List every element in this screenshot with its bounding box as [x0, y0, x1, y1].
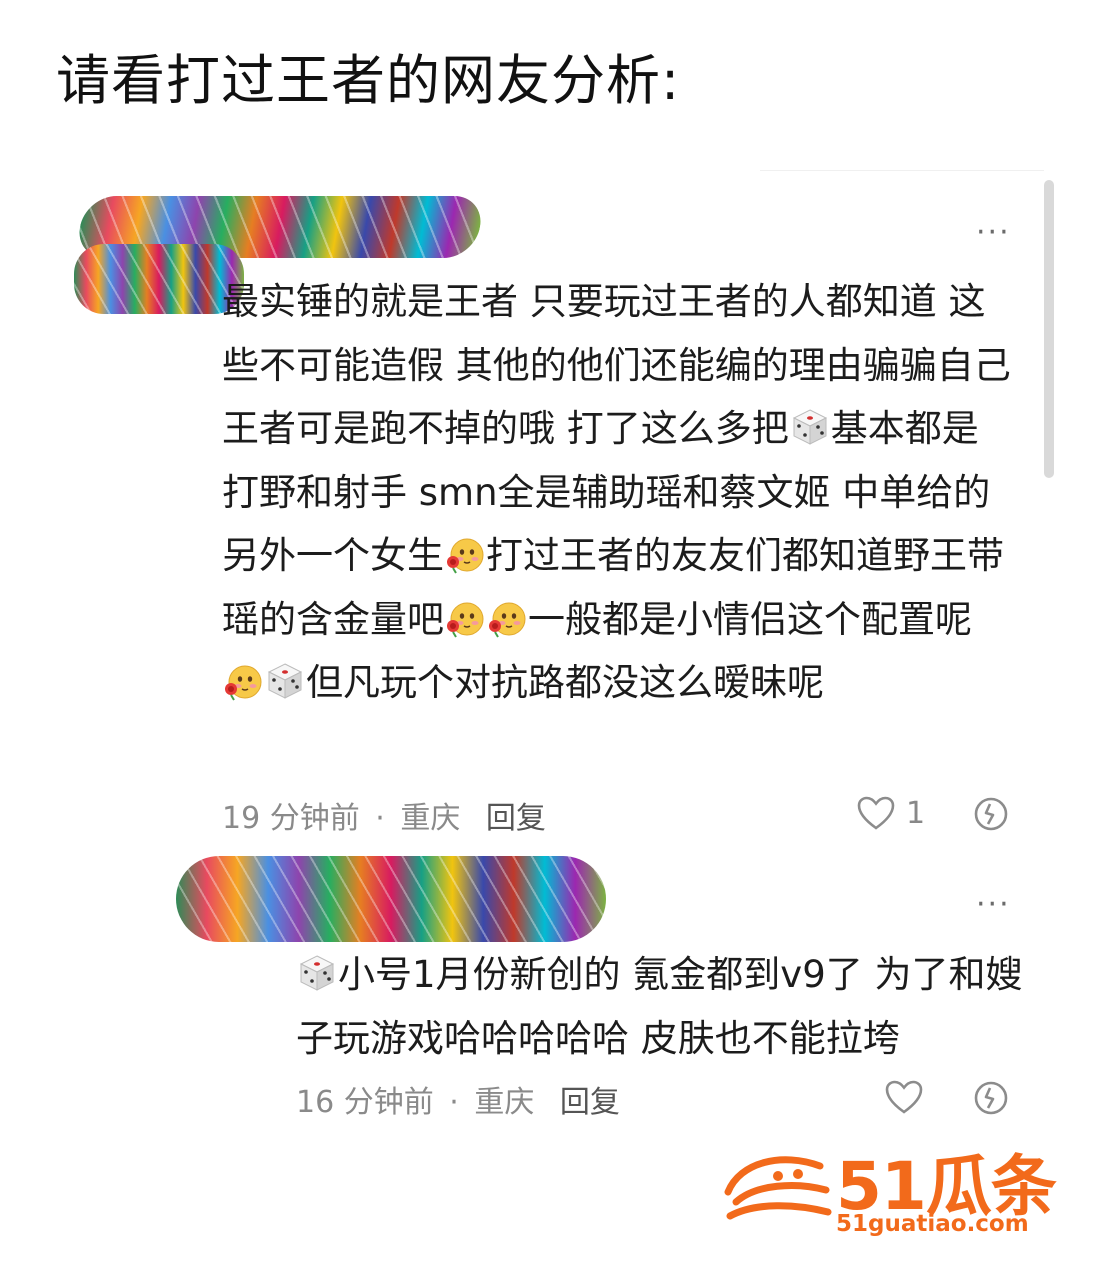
redacted-avatar-mosaic: [74, 244, 244, 314]
comment-text-segment: 一般都是小情侣这个配置呢: [528, 597, 972, 641]
comment-location: 重庆: [474, 1085, 535, 1120]
rose-face-emoji-icon: [447, 602, 484, 638]
comment-meta: 19 分钟前 · 重庆 回复: [222, 793, 552, 837]
dice-emoji-icon: [792, 409, 827, 445]
page-headline: 请看打过王者的网友分析:: [56, 49, 681, 112]
rose-face-emoji-icon: [447, 538, 484, 574]
dice-emoji-icon: [267, 663, 303, 699]
reply-button[interactable]: 回复: [486, 801, 546, 836]
dice-emoji-icon: [299, 955, 335, 991]
meta-separator: ·: [375, 801, 385, 836]
rose-face-emoji-icon: [225, 665, 262, 701]
redacted-username-mosaic: [176, 856, 606, 942]
comment-text: 小号1月份新创的 氪金都到v9了 为了和嫂子玩游戏哈哈哈哈哈 皮肤也不能拉垮: [296, 943, 1036, 1070]
rose-face-emoji-icon: [489, 602, 526, 638]
heart-icon: [857, 796, 895, 830]
broken-heart-icon[interactable]: [972, 1079, 1010, 1117]
more-options-icon[interactable]: ···: [976, 890, 1011, 920]
comment-time: 19 分钟前: [222, 801, 360, 836]
divider: [760, 170, 1044, 171]
comment-text-segment: 但凡玩个对抗路都没这么暧昧呢: [306, 661, 824, 704]
meta-separator: ·: [449, 1085, 459, 1120]
comment-meta: 16 分钟前 · 重庆 回复: [296, 1077, 626, 1121]
watermark-url: 51guatiao.com: [836, 1211, 1029, 1237]
comment-time: 16 分钟前: [296, 1085, 434, 1120]
comment-location: 重庆: [400, 801, 461, 836]
scrollbar[interactable]: [1044, 180, 1054, 478]
comment-text-segment: 小号1月份新创的 氪金都到v9了 为了和嫂子玩游戏哈哈哈哈哈 皮肤也不能拉垮: [296, 953, 1023, 1060]
like-button[interactable]: 1: [856, 795, 925, 831]
like-button[interactable]: [884, 1079, 924, 1115]
broken-heart-icon[interactable]: [972, 795, 1010, 833]
heart-icon: [885, 1080, 923, 1114]
reply-button[interactable]: 回复: [560, 1085, 620, 1120]
more-options-icon[interactable]: ···: [976, 218, 1011, 248]
comment-text: 最实锤的就是王者 只要玩过王者的人都知道 这些不可能造假 其他的他们还能编的理由…: [222, 270, 1012, 715]
like-count: 1: [906, 795, 926, 831]
